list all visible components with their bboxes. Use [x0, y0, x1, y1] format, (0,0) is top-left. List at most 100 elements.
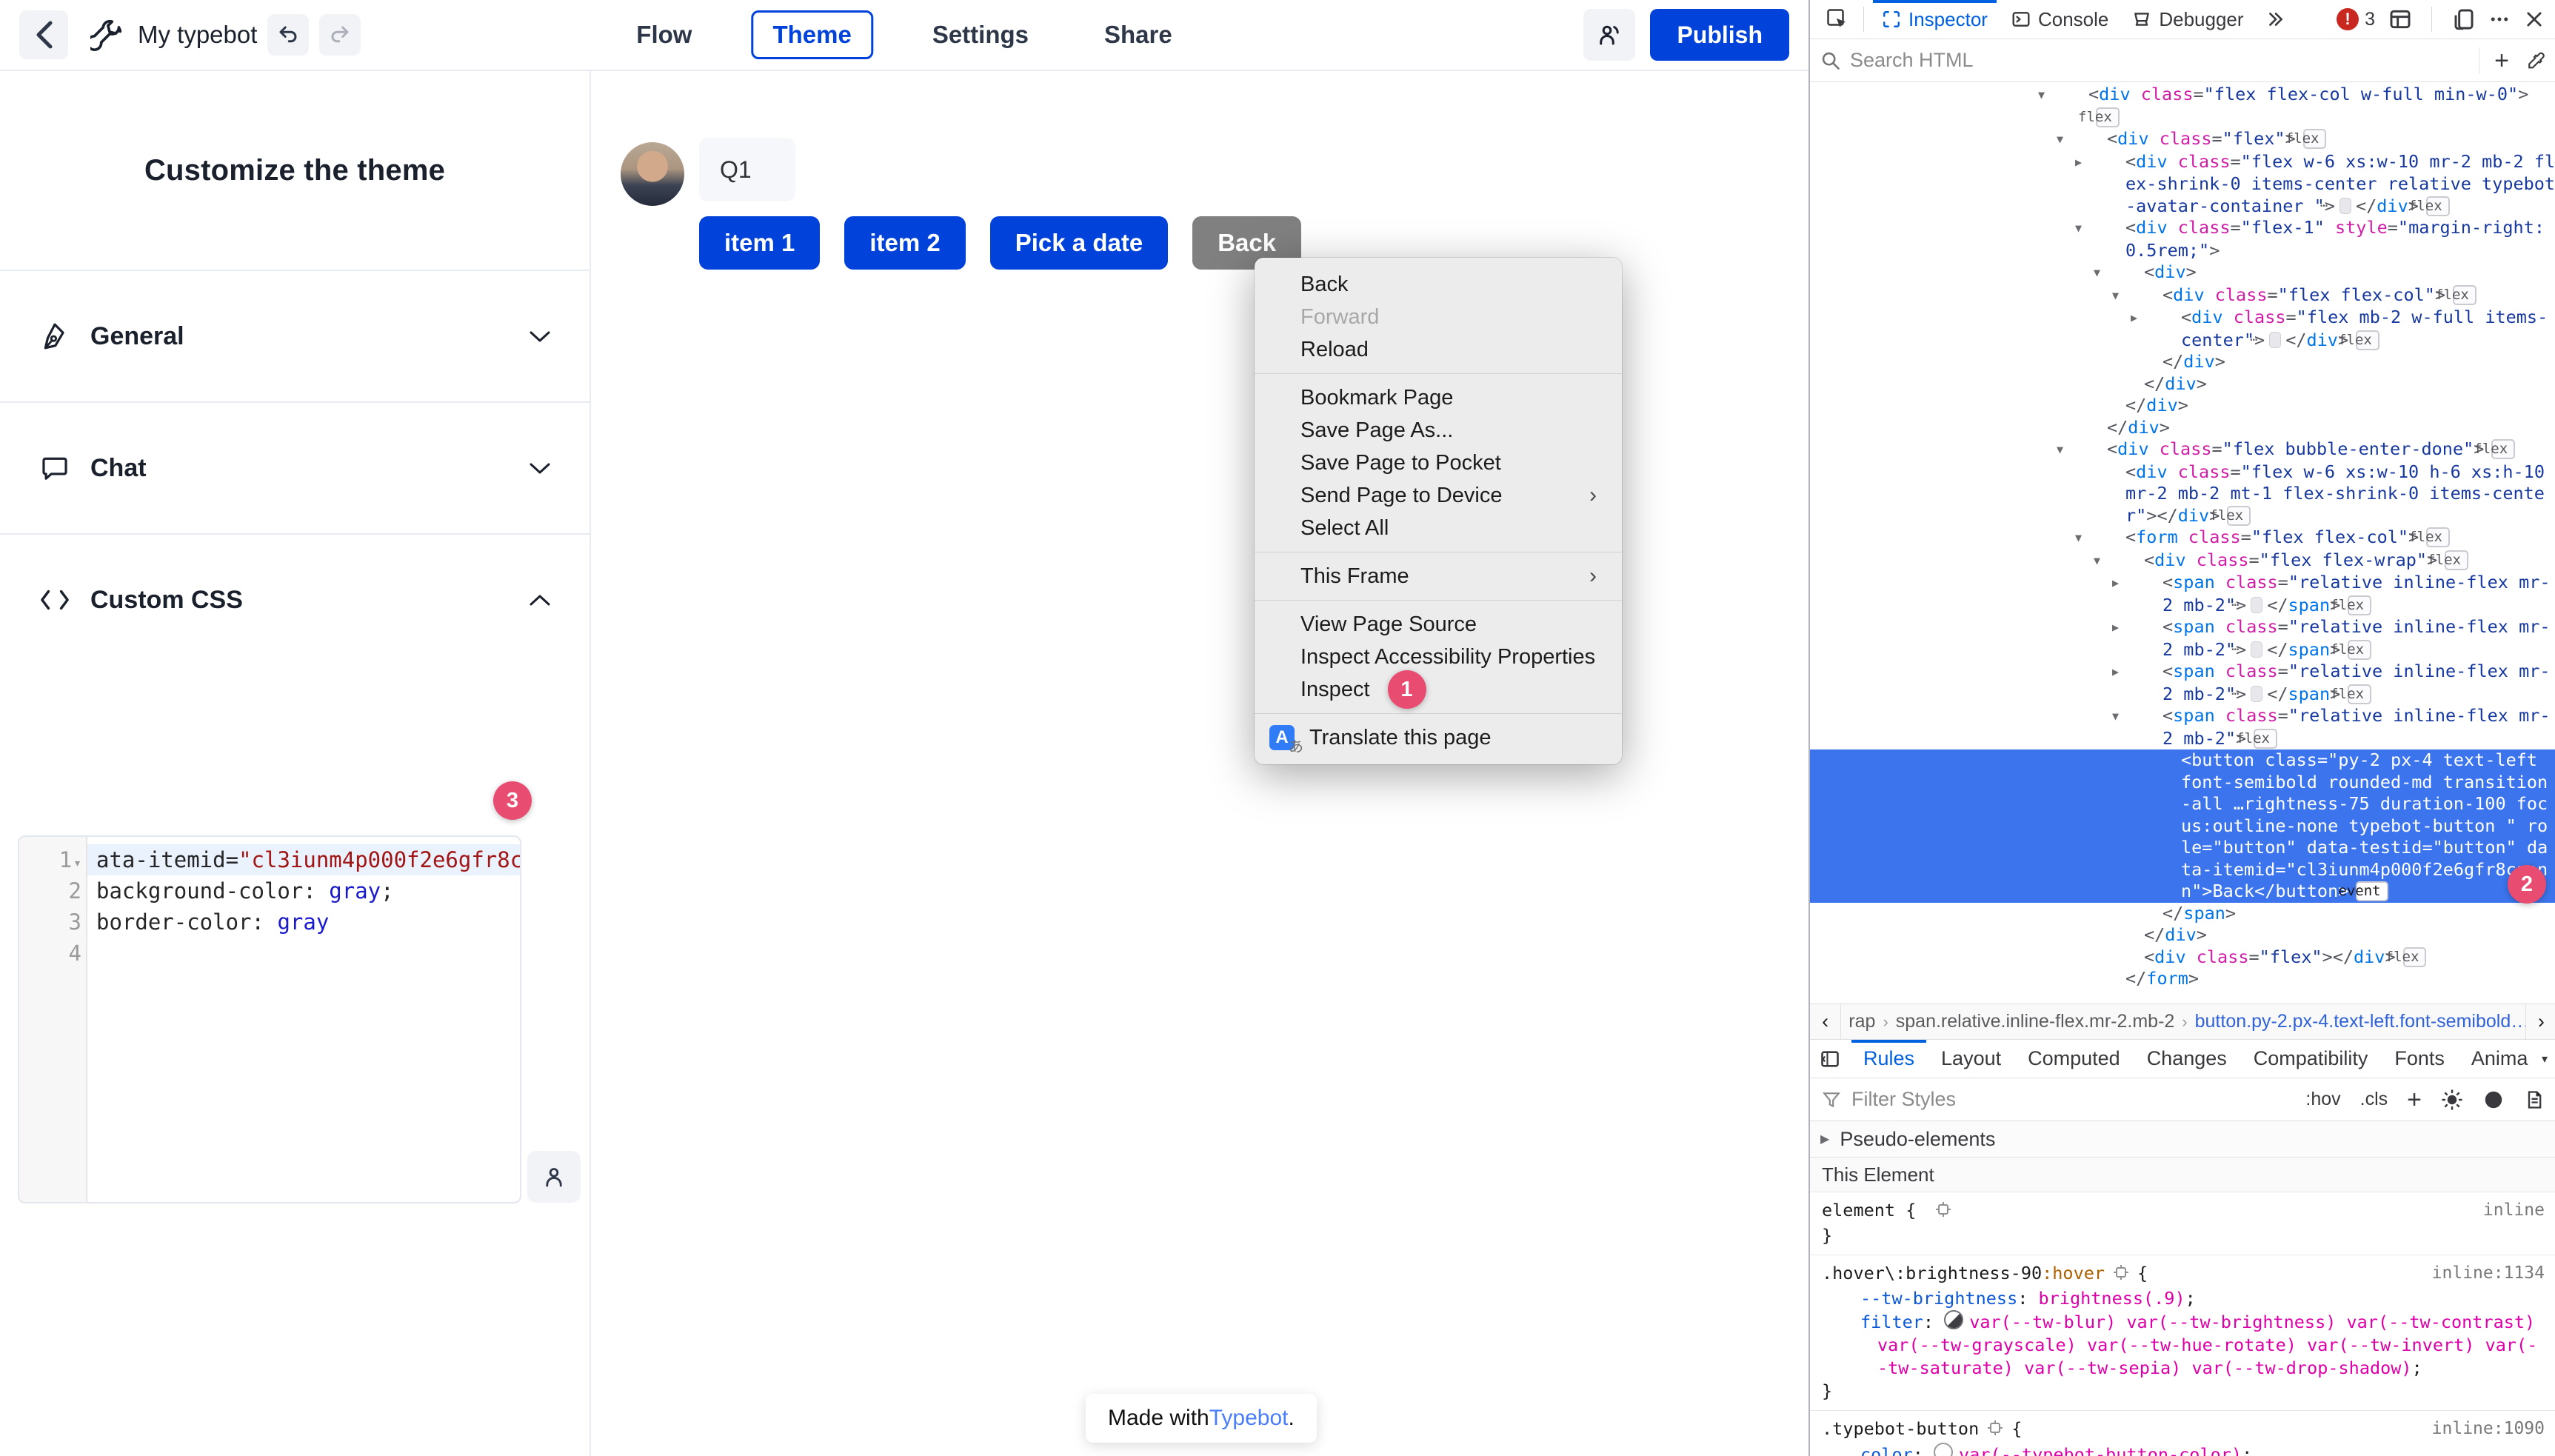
- expand-arrow-icon[interactable]: ▼: [2119, 550, 2144, 572]
- pseudo-elements-section[interactable]: ▶ Pseudo-elements: [1810, 1121, 2555, 1158]
- responsive-mode-button[interactable]: [2451, 7, 2475, 31]
- redo-button[interactable]: [319, 14, 361, 56]
- expand-arrow-icon[interactable]: ▼: [2082, 439, 2107, 461]
- light-mode-icon[interactable]: [2441, 1089, 2463, 1111]
- code-line[interactable]: border-color: gray: [87, 906, 521, 938]
- color-swatch-filter[interactable]: [1944, 1310, 1963, 1329]
- breadcrumb-scroll-right[interactable]: ›: [2525, 1004, 2555, 1039]
- flex-badge[interactable]: flex: [2403, 947, 2427, 967]
- menu-item-bookmark-page[interactable]: Bookmark Page: [1255, 381, 1622, 414]
- rule-source-link[interactable]: inline:1134: [2432, 1262, 2545, 1285]
- code-line[interactable]: ata-itemid="cl3iunm4p000f2e6gfr8cznnn"]: [87, 844, 521, 875]
- devtools-tab-console[interactable]: Console: [2000, 0, 2120, 39]
- tree-node[interactable]: ▼<div class="flex flex-col w-full min-w-…: [1810, 84, 2555, 128]
- tab-share[interactable]: Share: [1088, 10, 1189, 59]
- expand-arrow-icon[interactable]: ▶: [2100, 152, 2125, 174]
- tab-theme[interactable]: Theme: [751, 10, 872, 59]
- chat-button-item-2[interactable]: item 2: [844, 216, 965, 270]
- tab-flow[interactable]: Flow: [620, 10, 708, 59]
- eyedropper-icon[interactable]: [2525, 50, 2546, 71]
- devtools-menu-button[interactable]: [2488, 8, 2511, 30]
- expand-arrow-icon[interactable]: ▼: [2119, 262, 2144, 284]
- rule-source-link[interactable]: inline:1090: [2432, 1417, 2545, 1440]
- sidebar-section-chat[interactable]: Chat: [0, 401, 590, 533]
- custom-css-editor[interactable]: 1▾234 ata-itemid="cl3iunm4p000f2e6gfr8cz…: [18, 835, 521, 1203]
- made-with-typebot-link[interactable]: Made with Typebot.: [1086, 1394, 1317, 1443]
- undo-button[interactable]: [267, 14, 309, 56]
- tree-node[interactable]: ▼<div class="flex">flex: [1810, 128, 2555, 151]
- expand-arrow-icon[interactable]: ▶: [2137, 661, 2162, 684]
- filter-styles-bar[interactable]: Filter Styles :hov .cls +: [1810, 1078, 2555, 1121]
- tree-node[interactable]: <div class="flex"></div>flex: [1810, 946, 2555, 969]
- tree-node[interactable]: </div>: [1810, 417, 2555, 439]
- menu-item-reload[interactable]: Reload: [1255, 333, 1622, 366]
- chat-button-pick-a-date[interactable]: Pick a date: [990, 216, 1168, 270]
- expand-arrow-icon[interactable]: ▼: [2100, 218, 2125, 240]
- rule-selector[interactable]: .hover\:brightness-90:hover{inline:1134: [1822, 1262, 2545, 1287]
- flex-badge[interactable]: flex: [2453, 285, 2476, 305]
- tab-settings[interactable]: Settings: [916, 10, 1045, 59]
- tree-node[interactable]: ▼<div class="flex flex-col">flex: [1810, 284, 2555, 307]
- expand-arrow-icon[interactable]: ▶: [2137, 617, 2162, 639]
- expand-arrow-icon[interactable]: ▼: [2100, 527, 2125, 550]
- selected-tree-node[interactable]: <button class="py-2 px-4 text-left font-…: [1810, 749, 2555, 903]
- rules-tab-anima[interactable]: Anima: [2458, 1040, 2533, 1078]
- menu-item-this-frame[interactable]: This Frame›: [1255, 560, 1622, 592]
- collapsed-children-badge[interactable]: ⋯: [2251, 597, 2262, 613]
- devtools-tab-debugger[interactable]: Debugger: [2120, 0, 2255, 39]
- tree-node[interactable]: ▼<div class="flex-1" style="margin-right…: [1810, 217, 2555, 261]
- editor-code[interactable]: ata-itemid="cl3iunm4p000f2e6gfr8cznnn"] b…: [87, 837, 521, 1202]
- tree-node[interactable]: ▶<div class="flex w-6 xs:w-10 mr-2 mb-2 …: [1810, 151, 2555, 218]
- highlight-target-icon[interactable]: [1934, 1200, 1952, 1224]
- split-console-button[interactable]: [2388, 7, 2412, 31]
- menu-item-save-page-to-pocket[interactable]: Save Page to Pocket: [1255, 447, 1622, 479]
- rule-source-link[interactable]: inline: [2483, 1199, 2545, 1222]
- highlight-target-icon[interactable]: [1986, 1419, 2004, 1443]
- fold-arrow-icon[interactable]: ▾: [73, 855, 81, 871]
- rules-tab-computed[interactable]: Computed: [2014, 1040, 2134, 1078]
- tree-node[interactable]: </div>: [1810, 351, 2555, 373]
- tree-node[interactable]: ▼<form class="flex flex-col">flex: [1810, 527, 2555, 550]
- tree-node[interactable]: </form>: [1810, 968, 2555, 990]
- collapsed-children-badge[interactable]: ⋯: [2251, 686, 2262, 702]
- tree-node[interactable]: ▶<span class="relative inline-flex mr-2 …: [1810, 661, 2555, 705]
- flex-badge[interactable]: flex: [2356, 330, 2379, 350]
- tree-node[interactable]: ▼<div class="flex flex-wrap">flex: [1810, 550, 2555, 572]
- expand-arrow-icon[interactable]: ▶: [2137, 572, 2162, 595]
- flex-badge[interactable]: flex: [2227, 506, 2251, 526]
- tree-node[interactable]: </span>: [1810, 903, 2555, 925]
- dark-mode-icon[interactable]: [2482, 1089, 2505, 1111]
- print-simulation-icon[interactable]: [2524, 1089, 2545, 1110]
- rules-tab-rules[interactable]: Rules: [1850, 1040, 1928, 1078]
- tree-node[interactable]: </div>: [1810, 373, 2555, 395]
- console-error-badge[interactable]: ! 3: [2337, 8, 2375, 30]
- rule-selector[interactable]: element { inline: [1822, 1199, 2545, 1224]
- expand-arrow-icon[interactable]: ▼: [2137, 285, 2162, 307]
- tree-node[interactable]: ▼<div>: [1810, 261, 2555, 284]
- color-swatch-empty[interactable]: [1934, 1443, 1953, 1456]
- menu-item-view-page-source[interactable]: View Page Source: [1255, 608, 1622, 641]
- menu-item-send-page-to-device[interactable]: Send Page to Device›: [1255, 479, 1622, 512]
- sidebar-section-general[interactable]: General: [0, 270, 590, 401]
- menu-item-select-all[interactable]: Select All: [1255, 512, 1622, 544]
- chat-button-item-1[interactable]: item 1: [699, 216, 820, 270]
- flex-badge[interactable]: flex: [2348, 640, 2371, 660]
- menu-item-inspect[interactable]: Inspect1: [1255, 673, 1622, 706]
- tree-node[interactable]: ▶<div class="flex mb-2 w-full items-cent…: [1810, 307, 2555, 351]
- breadcrumb-item[interactable]: button.py-2.px-4.text-left.font-semibold…: [2188, 1011, 2525, 1032]
- toggle-hover-button[interactable]: :hov: [2305, 1089, 2340, 1110]
- tree-node[interactable]: ▶<span class="relative inline-flex mr-2 …: [1810, 616, 2555, 661]
- flex-badge[interactable]: flex: [2348, 595, 2371, 615]
- tree-node[interactable]: </div>: [1810, 395, 2555, 417]
- rule-selector[interactable]: .typebot-button{inline:1090: [1822, 1417, 2545, 1443]
- event-badge[interactable]: event: [2356, 881, 2388, 901]
- add-rule-button[interactable]: +: [2407, 1090, 2422, 1109]
- sidebar-section-custom-css[interactable]: Custom CSS: [0, 533, 590, 665]
- menu-item-back[interactable]: Back: [1255, 268, 1622, 301]
- expand-arrow-icon[interactable]: ▶: [2156, 307, 2181, 330]
- tree-node[interactable]: ▼<div class="flex bubble-enter-done">fle…: [1810, 438, 2555, 461]
- devtools-close-button[interactable]: [2524, 9, 2545, 30]
- breadcrumb-item[interactable]: span.relative.inline-flex.mr-2.mb-2: [1888, 1011, 2182, 1032]
- rules-tab-changes[interactable]: Changes: [2134, 1040, 2240, 1078]
- rules-tab-compatibility[interactable]: Compatibility: [2240, 1040, 2382, 1078]
